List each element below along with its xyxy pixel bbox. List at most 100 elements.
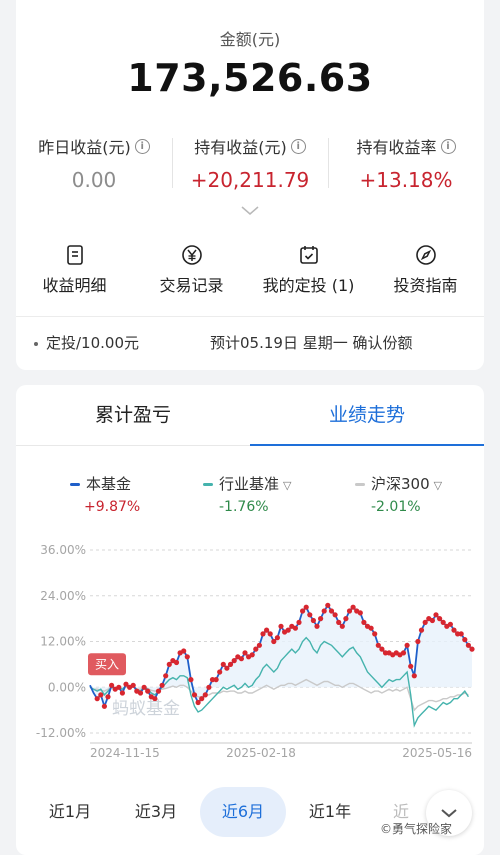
buy-marker <box>332 612 338 618</box>
buy-marker <box>227 661 234 667</box>
period-6m[interactable]: 近6月 <box>200 787 286 837</box>
stat-value: +20,211.79 <box>190 168 310 192</box>
performance-card: 累计盈亏 业绩走势 本基金 +9.87% 行业基准 ▽ -1.76% 沪深300 ▽… <box>16 385 484 855</box>
y-tick-label: 36.00% <box>40 543 86 557</box>
yen-icon <box>181 245 202 265</box>
buy-marker <box>101 703 107 709</box>
period-3m[interactable]: 近3月 <box>116 787 196 837</box>
stat-holding-rate[interactable]: 持有收益率 i +13.18% <box>328 134 484 192</box>
stat-yesterday-income[interactable]: 昨日收益(元) i 0.00 <box>16 134 172 192</box>
buy-marker <box>119 690 125 696</box>
y-tick-label: 12.00% <box>40 635 86 649</box>
buy-marker <box>400 650 407 656</box>
buy-marker <box>321 608 327 614</box>
buy-marker <box>130 682 136 688</box>
action-trade-records[interactable]: 交易记录 <box>133 244 250 296</box>
buy-marker <box>191 692 198 698</box>
buy-marker <box>220 661 226 667</box>
buy-marker <box>163 673 169 679</box>
info-icon[interactable]: i <box>290 138 306 154</box>
buy-marker <box>173 659 180 666</box>
tab-performance-trend[interactable]: 业绩走势 <box>250 385 484 446</box>
legend-pct: -1.76% <box>219 499 269 515</box>
buy-marker <box>188 677 194 683</box>
legend-item-fund[interactable]: 本基金 +9.87% <box>70 473 140 515</box>
period-1y[interactable]: 近1年 <box>290 787 370 837</box>
buy-marker <box>357 610 363 616</box>
buy-badge-label: 买入 <box>95 657 119 671</box>
bullet-dot <box>34 341 38 346</box>
stat-value: +13.18% <box>359 168 453 192</box>
calendar-icon <box>299 246 318 264</box>
compass-icon <box>415 245 436 265</box>
buy-marker <box>451 627 457 633</box>
buy-marker <box>260 631 266 637</box>
buy-marker <box>184 654 190 660</box>
y-tick-label: 0.00% <box>48 680 86 694</box>
stat-label: 昨日收益(元) <box>38 138 131 157</box>
action-label: 我的定投 (1) <box>262 276 355 295</box>
holding-summary-card: 金额(元) 173,526.63 昨日收益(元) i 0.00 持有收益(元) i … <box>16 0 484 370</box>
buy-marker <box>343 616 349 622</box>
info-icon[interactable]: i <box>440 138 456 154</box>
x-tick-label: 2024-11-15 <box>90 746 160 760</box>
buy-marker <box>465 642 471 648</box>
buy-marker <box>231 658 237 664</box>
info-icon[interactable]: i <box>134 138 150 154</box>
buy-marker <box>339 623 345 629</box>
buy-marker <box>307 612 313 618</box>
chart-tabs: 累计盈亏 业绩走势 <box>16 385 484 446</box>
buy-marker <box>116 684 122 690</box>
y-tick-label: 24.00% <box>40 589 86 603</box>
buy-marker <box>202 692 208 698</box>
buy-marker <box>411 673 417 679</box>
amount-value: 173,526.63 <box>127 56 373 100</box>
amount-label: 金额(元) <box>219 30 281 49</box>
performance-chart[interactable]: 36.00% 24.00% 12.00% 0.00% -12.00% 2024-11-15… <box>16 535 484 775</box>
buy-marker <box>155 688 162 694</box>
legend-item-benchmark[interactable]: 行业基准 ▽ -1.76% <box>203 473 292 515</box>
buy-marker <box>199 696 205 702</box>
action-income-detail[interactable]: 收益明细 <box>16 244 133 296</box>
buy-marker <box>346 608 353 614</box>
buy-marker <box>440 619 446 625</box>
buy-marker <box>274 635 280 641</box>
action-investment-guide[interactable]: 投资指南 <box>367 244 484 296</box>
legend-item-csi300[interactable]: 沪深300 ▽ -2.01% <box>355 473 442 515</box>
stat-label: 持有收益率 <box>356 138 437 157</box>
buy-marker <box>300 608 306 614</box>
buy-marker <box>314 623 320 629</box>
buy-marker <box>379 646 385 652</box>
watermark: ©勇气探险家 <box>380 822 453 836</box>
buy-marker <box>137 690 144 696</box>
document-icon <box>66 245 83 265</box>
buy-marker <box>408 663 414 669</box>
action-label: 投资指南 <box>393 276 458 295</box>
buy-marker <box>418 627 425 633</box>
buy-marker <box>195 699 201 706</box>
chevron-down-icon: ▽ <box>283 479 292 492</box>
buy-marker <box>458 631 464 637</box>
buy-marker <box>213 677 219 683</box>
period-1m[interactable]: 近1月 <box>30 787 110 837</box>
buy-marker <box>303 604 309 610</box>
buy-marker <box>318 616 324 622</box>
action-label: 交易记录 <box>159 276 224 295</box>
buy-marker <box>253 646 259 652</box>
buy-marker <box>98 692 104 698</box>
buy-marker <box>437 616 443 622</box>
chevron-down-icon[interactable] <box>240 204 260 218</box>
tab-cumulative-pnl[interactable]: 累计盈亏 <box>16 385 250 445</box>
buy-marker <box>375 642 381 648</box>
action-my-plans[interactable]: 我的定投 (1) <box>250 244 367 296</box>
divider <box>16 316 484 317</box>
buy-marker <box>145 688 151 694</box>
action-bar: 收益明细 交易记录 我的定投 (1) 投资指南 <box>16 244 484 296</box>
stat-holding-income[interactable]: 持有收益(元) i +20,211.79 <box>172 134 328 192</box>
x-tick-label: 2025-05-16 <box>402 746 472 760</box>
buy-marker <box>404 642 410 648</box>
buy-marker <box>350 604 356 610</box>
buy-marker <box>217 669 223 675</box>
buy-marker <box>278 623 284 629</box>
action-label: 收益明细 <box>42 276 107 295</box>
